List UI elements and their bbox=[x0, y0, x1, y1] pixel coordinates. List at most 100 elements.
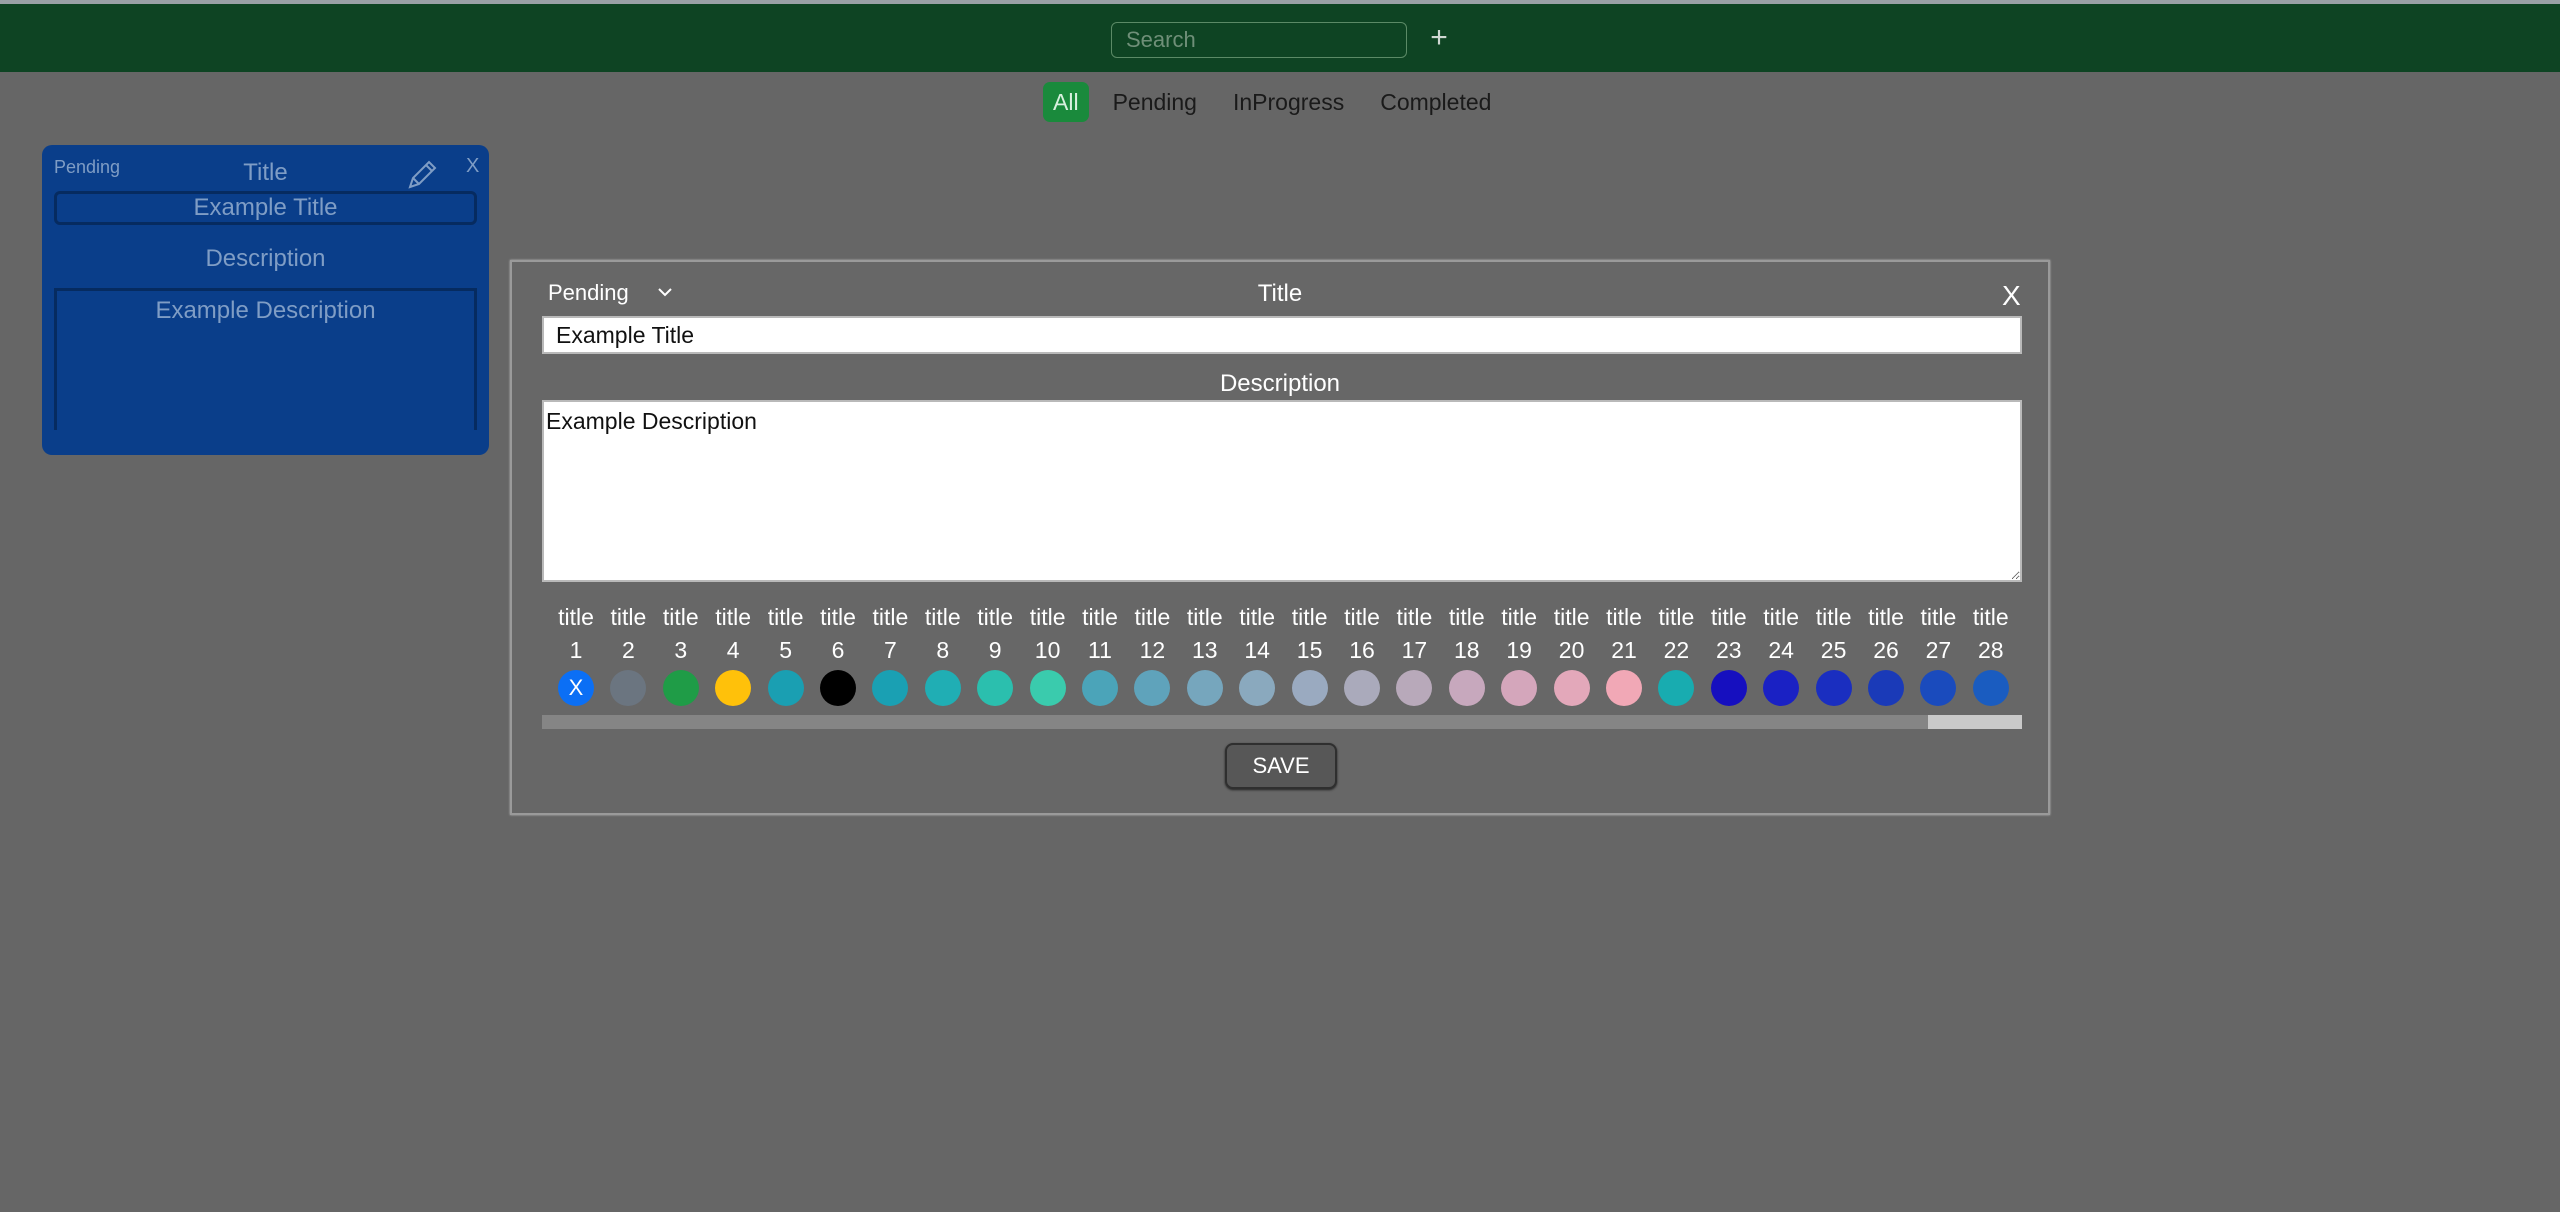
color-option[interactable]: title 6 bbox=[812, 602, 864, 706]
color-option-title: title bbox=[1501, 604, 1538, 630]
color-option[interactable]: title 12 bbox=[1126, 602, 1178, 706]
color-option[interactable]: title 9 bbox=[969, 602, 1021, 706]
card-title-field[interactable]: Example Title bbox=[54, 191, 477, 225]
color-option[interactable]: title 16 bbox=[1336, 602, 1388, 706]
color-swatch[interactable] bbox=[1239, 670, 1276, 706]
color-option-title: title bbox=[1239, 604, 1276, 630]
color-option[interactable]: title 11 bbox=[1074, 602, 1126, 706]
color-option-title: title bbox=[1972, 604, 2009, 630]
color-swatch[interactable] bbox=[1448, 670, 1485, 706]
color-option[interactable]: title 4 bbox=[707, 602, 759, 706]
color-option[interactable]: title 19 bbox=[1493, 602, 1545, 706]
color-swatch[interactable] bbox=[924, 670, 961, 706]
filter-tab-all[interactable]: All bbox=[1043, 82, 1089, 122]
color-swatch[interactable] bbox=[1815, 670, 1852, 706]
color-option-number: 23 bbox=[1716, 637, 1742, 663]
color-swatch[interactable] bbox=[1396, 670, 1433, 706]
color-swatch[interactable] bbox=[820, 670, 856, 706]
title-input[interactable] bbox=[542, 316, 2022, 354]
color-option[interactable]: title 3 bbox=[655, 602, 707, 706]
color-option-title: title bbox=[924, 604, 961, 630]
color-swatch[interactable] bbox=[1763, 670, 1800, 706]
color-picker-scrollbar[interactable] bbox=[542, 715, 2022, 729]
color-option-title: title bbox=[872, 604, 909, 630]
color-option[interactable]: title 20 bbox=[1546, 602, 1598, 706]
color-option[interactable]: title 28 bbox=[1965, 602, 2017, 706]
color-swatch[interactable] bbox=[1606, 670, 1642, 706]
color-swatch[interactable] bbox=[1658, 670, 1695, 706]
color-swatch[interactable] bbox=[1501, 670, 1538, 706]
color-option[interactable]: title 5 bbox=[760, 602, 812, 706]
color-swatch[interactable] bbox=[1082, 670, 1118, 706]
description-input[interactable]: Example Description bbox=[542, 400, 2022, 582]
color-option-title: title bbox=[820, 604, 856, 630]
color-option-title: title bbox=[767, 604, 804, 630]
color-option-title: title bbox=[1920, 604, 1957, 630]
color-option-title: title bbox=[1134, 604, 1171, 630]
color-swatch[interactable] bbox=[1920, 670, 1957, 706]
scrollbar-thumb[interactable] bbox=[1928, 715, 2022, 729]
color-swatch[interactable] bbox=[1029, 670, 1066, 706]
color-swatch[interactable] bbox=[1972, 670, 2009, 706]
color-swatch[interactable] bbox=[872, 670, 909, 706]
color-option-title: title bbox=[1291, 604, 1328, 630]
color-swatch[interactable] bbox=[662, 670, 699, 706]
color-swatch[interactable]: X bbox=[558, 670, 594, 706]
color-swatch[interactable] bbox=[1553, 670, 1590, 706]
modal-title-label: Title bbox=[1257, 280, 1303, 307]
color-option-number: 26 bbox=[1873, 637, 1899, 663]
color-option-title: title bbox=[715, 604, 752, 630]
color-option[interactable]: title 1 X bbox=[550, 602, 602, 706]
color-option-number: 6 bbox=[831, 637, 845, 663]
color-option-number: 25 bbox=[1820, 637, 1847, 663]
color-swatch[interactable] bbox=[1134, 670, 1171, 706]
card-description-field[interactable]: Example Description bbox=[54, 288, 477, 430]
color-swatch[interactable] bbox=[1291, 670, 1328, 706]
color-option[interactable]: title 10 bbox=[1022, 602, 1074, 706]
color-option[interactable]: title 7 bbox=[864, 602, 916, 706]
color-option[interactable]: title 8 bbox=[917, 602, 969, 706]
color-option-title: title bbox=[1396, 604, 1433, 630]
color-option[interactable]: title 21 bbox=[1598, 602, 1650, 706]
color-option[interactable]: title 15 bbox=[1284, 602, 1336, 706]
color-option-title: title bbox=[1553, 604, 1590, 630]
color-option[interactable]: title 17 bbox=[1388, 602, 1440, 706]
color-swatch[interactable] bbox=[1344, 670, 1380, 706]
color-option-number: 7 bbox=[883, 637, 897, 663]
search-input[interactable] bbox=[1111, 22, 1407, 58]
color-option-number: 1 bbox=[569, 637, 583, 663]
color-option[interactable]: title 18 bbox=[1441, 602, 1493, 706]
color-option[interactable]: title 24 bbox=[1755, 602, 1807, 706]
color-option-number: 5 bbox=[779, 637, 792, 663]
filter-tab-completed[interactable]: Completed bbox=[1368, 82, 1503, 122]
color-option-number: 20 bbox=[1558, 637, 1585, 663]
color-swatch[interactable] bbox=[610, 670, 647, 706]
color-option-title: title bbox=[558, 604, 594, 630]
color-option[interactable]: title 2 bbox=[602, 602, 654, 706]
color-option[interactable]: title 26 bbox=[1860, 602, 1912, 706]
color-option[interactable]: title 23 bbox=[1703, 602, 1755, 706]
color-swatch[interactable] bbox=[767, 670, 804, 706]
color-option[interactable]: title 22 bbox=[1650, 602, 1702, 706]
color-option-title: title bbox=[1082, 604, 1118, 630]
filter-tab-pending[interactable]: Pending bbox=[1101, 82, 1209, 122]
color-swatch[interactable] bbox=[977, 670, 1014, 706]
modal-close-button[interactable]: X bbox=[2002, 280, 2021, 312]
add-note-button[interactable]: + bbox=[1425, 20, 1453, 56]
color-option[interactable]: title 13 bbox=[1179, 602, 1231, 706]
card-close-button[interactable]: X bbox=[466, 155, 479, 178]
save-button[interactable]: SAVE bbox=[1225, 743, 1337, 789]
note-card[interactable]: Pending Title X Example Title Descriptio… bbox=[42, 145, 489, 455]
color-option-title: title bbox=[610, 604, 647, 630]
color-swatch[interactable] bbox=[1868, 670, 1904, 706]
color-option[interactable]: title 14 bbox=[1231, 602, 1283, 706]
color-swatch[interactable] bbox=[715, 670, 752, 706]
pencil-icon[interactable] bbox=[402, 155, 442, 195]
color-option[interactable]: title 27 bbox=[1912, 602, 1964, 706]
color-swatch[interactable] bbox=[1186, 670, 1223, 706]
color-option-number: 4 bbox=[726, 637, 740, 663]
color-swatch[interactable] bbox=[1710, 670, 1747, 706]
color-option[interactable]: title 25 bbox=[1808, 602, 1860, 706]
filter-tab-inprogress[interactable]: InProgress bbox=[1221, 82, 1356, 122]
color-option-number: 10 bbox=[1034, 637, 1061, 663]
